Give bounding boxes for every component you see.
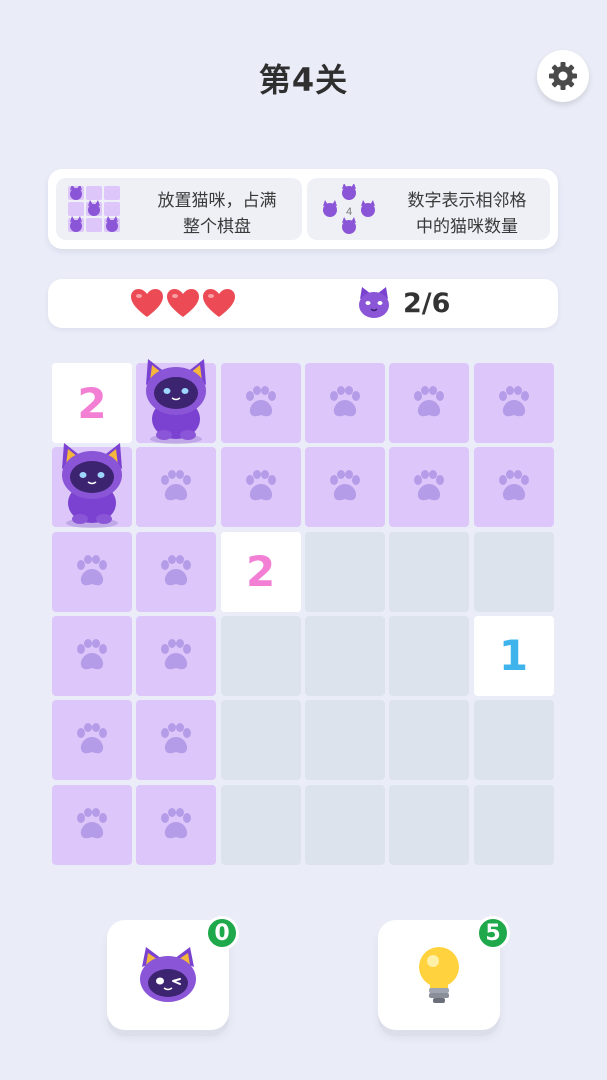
cat-icon [52, 439, 132, 535]
hint-tool-button[interactable]: 5 [378, 916, 510, 1030]
mini-number: 4 [346, 206, 352, 218]
board-cell-number[interactable]: 2 [52, 363, 132, 443]
board-cell-available[interactable] [304, 447, 385, 528]
board-cell-empty[interactable] [220, 784, 301, 865]
number-with-adjacent-cats-icon: 4 [323, 184, 375, 234]
board-cell-available[interactable] [52, 531, 132, 612]
level-title: 第4关 [258, 61, 349, 99]
status-bar: 2/6 [48, 279, 558, 328]
board-cell-available[interactable] [52, 784, 132, 865]
heart-icon [131, 289, 163, 317]
cell-number: 2 [245, 547, 276, 597]
paw-icon [77, 554, 107, 585]
board-cell-available[interactable] [52, 700, 132, 781]
paw-icon [161, 638, 192, 670]
board-cell-available[interactable] [389, 363, 470, 443]
board-cell-empty[interactable] [389, 784, 470, 865]
paw-icon [245, 470, 276, 501]
winking-cat-icon [140, 947, 196, 1002]
paw-icon [77, 723, 107, 754]
lives-hearts [130, 288, 236, 318]
rule-card-numbers: 4 数字表示相邻格 中的猫咪数量 [307, 178, 550, 240]
paw-icon [161, 723, 192, 754]
board-cell-empty[interactable] [220, 615, 301, 696]
paw-icon [329, 386, 360, 417]
board-cell-empty[interactable] [220, 700, 301, 781]
paw-icon [245, 386, 276, 417]
board-cell-empty[interactable] [473, 531, 554, 612]
board-cell-available[interactable] [52, 615, 132, 696]
lightbulb-icon [419, 947, 459, 1003]
hint-tool-count-badge: 5 [476, 916, 510, 950]
paw-icon [329, 470, 360, 501]
gear-icon [549, 62, 577, 90]
cell-number: 2 [77, 378, 107, 428]
rule-text-line2: 整个棋盘 [183, 217, 251, 237]
cat-tool-count-badge: 0 [205, 916, 239, 950]
paw-icon [498, 470, 529, 501]
board-cell-empty[interactable] [473, 784, 554, 865]
cell-number: 1 [498, 631, 529, 681]
board-cell-available[interactable] [220, 447, 301, 528]
board-cell-cat[interactable] [52, 443, 132, 529]
rules-panel: 放置猫咪，占满 整个棋盘 4 数字表示相邻格 中的猫咪数量 [48, 169, 558, 249]
cat-counter: 2/6 [403, 288, 451, 319]
board-cell-empty[interactable] [389, 615, 470, 696]
board-cell-available[interactable] [389, 447, 470, 528]
board-cell-available[interactable] [473, 447, 554, 528]
paw-icon [414, 386, 445, 417]
rule-card-fill-board: 放置猫咪，占满 整个棋盘 [56, 178, 302, 240]
heart-icon [203, 289, 235, 317]
paw-icon [498, 386, 529, 417]
board-cell-cat[interactable] [136, 359, 217, 444]
settings-button[interactable] [537, 50, 589, 102]
board-cell-empty[interactable] [304, 784, 385, 865]
board-cell-empty[interactable] [473, 700, 554, 781]
cat-tool-button[interactable]: 0 [107, 916, 239, 1030]
paw-icon [77, 638, 107, 670]
cat-face-icon [359, 287, 389, 318]
board-cell-empty[interactable] [304, 700, 385, 781]
mini-board-with-cats-icon [68, 186, 120, 232]
rule-text-line2: 中的猫咪数量 [416, 217, 518, 237]
board-cell-empty[interactable] [304, 615, 385, 696]
board-cell-number[interactable]: 1 [473, 615, 554, 696]
paw-icon [161, 807, 192, 838]
paw-icon [161, 554, 192, 585]
board-cell-available[interactable] [304, 363, 385, 443]
board-cell-available[interactable] [136, 784, 217, 865]
board-cell-empty[interactable] [389, 700, 470, 781]
board-cell-available[interactable] [136, 531, 217, 612]
paw-icon [161, 470, 192, 501]
board-cell-available[interactable] [220, 363, 301, 443]
board-cell-number[interactable]: 2 [220, 531, 301, 612]
board-cell-available[interactable] [136, 700, 217, 781]
board-cell-empty[interactable] [304, 531, 385, 612]
board-cell-available[interactable] [136, 615, 217, 696]
board-cell-available[interactable] [473, 363, 554, 443]
cat-icon [136, 355, 216, 451]
board-cell-available[interactable] [136, 447, 217, 528]
board-cell-empty[interactable] [389, 531, 470, 612]
paw-icon [414, 470, 445, 501]
rule-text-line1: 放置猫咪，占满 [157, 191, 277, 211]
heart-icon [167, 289, 199, 317]
rule-text-line1: 数字表示相邻格 [407, 191, 527, 211]
paw-icon [77, 807, 107, 838]
